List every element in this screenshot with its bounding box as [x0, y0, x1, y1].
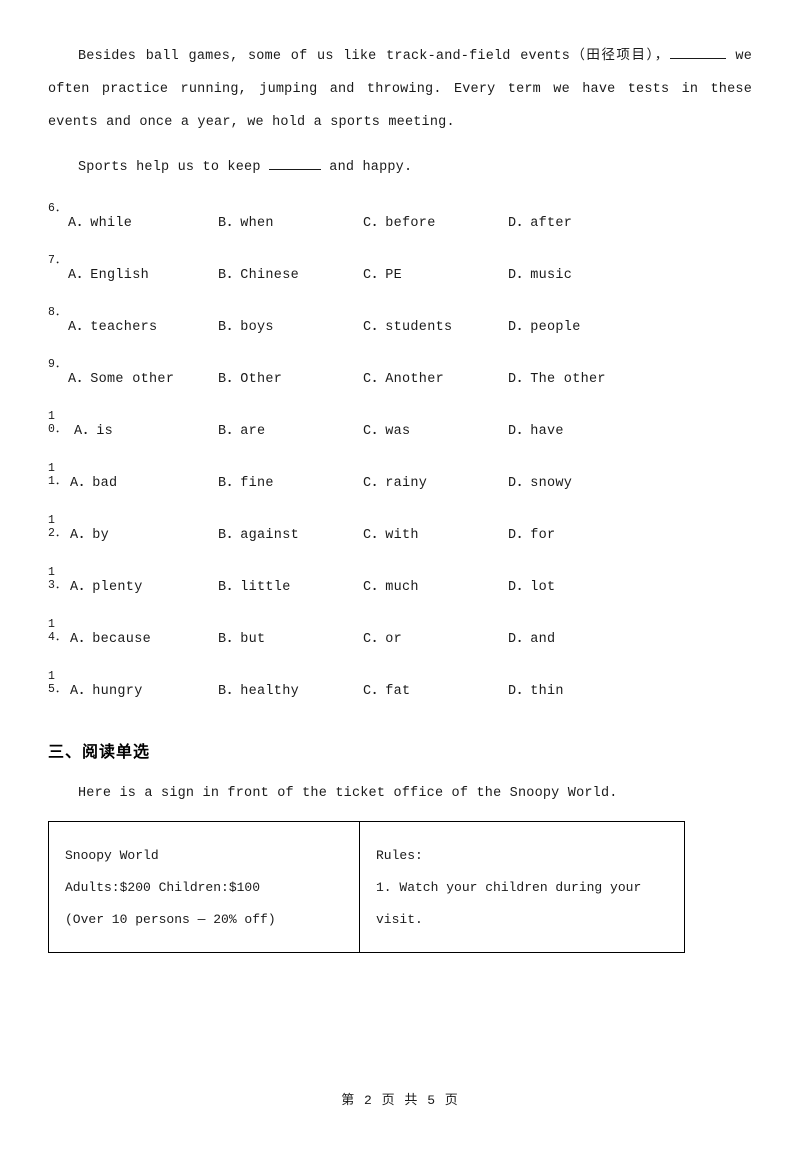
- question-number: 11．: [48, 462, 67, 488]
- option-d[interactable]: D．The other: [508, 366, 658, 387]
- option-c[interactable]: C．fat: [363, 678, 508, 699]
- question-item: 13． A．plenty B．little C．much D．lot: [48, 566, 752, 604]
- option-c[interactable]: C．or: [363, 626, 508, 647]
- document-page: Besides ball games, some of us like trac…: [0, 40, 800, 1172]
- option-d[interactable]: D．for: [508, 522, 658, 543]
- question-options: A．plenty B．little C．much D．lot: [70, 574, 752, 595]
- question-item: 15． A．hungry B．healthy C．fat D．thin: [48, 670, 752, 708]
- question-options: A．hungry B．healthy C．fat D．thin: [70, 678, 752, 699]
- option-c[interactable]: C．with: [363, 522, 508, 543]
- passage-paragraph-1: Besides ball games, some of us like trac…: [48, 40, 752, 139]
- sign-cell-rules: Rules: 1. Watch your children during you…: [359, 821, 685, 953]
- passage-text-2a: Sports help us to keep: [78, 160, 261, 175]
- sign-discount: (Over 10 persons — 20% off): [65, 912, 276, 927]
- sign-title: Snoopy World: [65, 848, 159, 863]
- option-d[interactable]: D．people: [508, 314, 658, 335]
- page-footer: 第 2 页 共 5 页: [341, 1093, 459, 1108]
- question-item: 11． A．bad B．fine C．rainy D．snowy: [48, 462, 752, 500]
- question-item: 14． A．because B．but C．or D．and: [48, 618, 752, 656]
- question-item: 10． A．is B．are C．was D．have: [48, 410, 752, 448]
- question-number: 14．: [48, 618, 67, 644]
- table-row: Snoopy World Adults:$200 Children:$100 (…: [48, 821, 685, 953]
- option-c[interactable]: C．much: [363, 574, 508, 595]
- option-a[interactable]: A．because: [70, 626, 218, 647]
- question-options: A．because B．but C．or D．and: [70, 626, 752, 647]
- question-number: 13．: [48, 566, 67, 592]
- rules-title: Rules:: [376, 848, 423, 863]
- option-c[interactable]: C．students: [363, 314, 508, 335]
- sign-cell-info: Snoopy World Adults:$200 Children:$100 (…: [48, 821, 360, 953]
- option-b[interactable]: B．little: [218, 574, 363, 595]
- answer-blank-6: [669, 45, 726, 59]
- option-a[interactable]: A．Some other: [68, 366, 218, 387]
- option-a[interactable]: A．English: [68, 262, 218, 283]
- rules-item-1b: visit.: [376, 912, 423, 927]
- passage-text-1a: Besides ball games, some of us like trac…: [78, 49, 571, 64]
- question-number: 6．: [48, 202, 67, 215]
- option-c[interactable]: C．was: [363, 418, 508, 439]
- option-b[interactable]: B．boys: [218, 314, 363, 335]
- option-d[interactable]: D．music: [508, 262, 658, 283]
- question-item: 7． A．English B．Chinese C．PE D．music: [48, 254, 752, 292]
- question-number: 9．: [48, 358, 67, 371]
- option-a[interactable]: A．teachers: [68, 314, 218, 335]
- question-options: A．while B．when C．before D．after: [68, 210, 752, 231]
- option-a[interactable]: A．hungry: [70, 678, 218, 699]
- question-number: 7．: [48, 254, 67, 267]
- option-a[interactable]: A．bad: [70, 470, 218, 491]
- question-options: A．by B．against C．with D．for: [70, 522, 752, 543]
- question-options: A．English B．Chinese C．PE D．music: [68, 262, 752, 283]
- question-options: A．teachers B．boys C．students D．people: [68, 314, 752, 335]
- option-d[interactable]: D．and: [508, 626, 658, 647]
- option-b[interactable]: B．Other: [218, 366, 363, 387]
- question-number: 8．: [48, 306, 67, 319]
- option-c[interactable]: C．PE: [363, 262, 508, 283]
- question-number: 10．: [48, 410, 67, 436]
- option-b[interactable]: B．against: [218, 522, 363, 543]
- option-a[interactable]: A．plenty: [70, 574, 218, 595]
- question-item: 6． A．while B．when C．before D．after: [48, 202, 752, 240]
- option-a[interactable]: A．is: [74, 418, 218, 439]
- option-c[interactable]: C．Another: [363, 366, 508, 387]
- question-number: 15．: [48, 670, 67, 696]
- option-b[interactable]: B．are: [218, 418, 363, 439]
- option-d[interactable]: D．lot: [508, 574, 658, 595]
- option-b[interactable]: B．fine: [218, 470, 363, 491]
- option-c[interactable]: C．before: [363, 210, 508, 231]
- reading-lead-sentence: Here is a sign in front of the ticket of…: [78, 786, 618, 801]
- answer-blank-15: [268, 156, 321, 170]
- option-b[interactable]: B．Chinese: [218, 262, 363, 283]
- option-b[interactable]: B．healthy: [218, 678, 363, 699]
- option-d[interactable]: D．thin: [508, 678, 658, 699]
- option-a[interactable]: A．while: [68, 210, 218, 231]
- sign-prices: Adults:$200 Children:$100: [65, 880, 261, 895]
- question-options: A．is B．are C．was D．have: [74, 418, 752, 439]
- question-item: 9． A．Some other B．Other C．Another D．The …: [48, 358, 752, 396]
- question-item: 12． A．by B．against C．with D．for: [48, 514, 752, 552]
- option-c[interactable]: C．rainy: [363, 470, 508, 491]
- section-heading-reading: 三、阅读单选: [48, 742, 151, 761]
- question-item: 8． A．teachers B．boys C．students D．people: [48, 306, 752, 344]
- passage-text-2b: and happy.: [329, 160, 413, 175]
- rules-item-1a: 1. Watch your children during your: [376, 880, 642, 895]
- option-d[interactable]: D．snowy: [508, 470, 658, 491]
- question-options: A．Some other B．Other C．Another D．The oth…: [68, 366, 752, 387]
- passage-text-1b: （田径项目），: [570, 49, 670, 64]
- option-d[interactable]: D．after: [508, 210, 658, 231]
- sign-table: Snoopy World Adults:$200 Children:$100 (…: [48, 821, 685, 953]
- option-d[interactable]: D．have: [508, 418, 658, 439]
- passage-paragraph-2: Sports help us to keep and happy.: [48, 151, 752, 184]
- option-a[interactable]: A．by: [70, 522, 218, 543]
- question-options: A．bad B．fine C．rainy D．snowy: [70, 470, 752, 491]
- option-b[interactable]: B．but: [218, 626, 363, 647]
- question-number: 12．: [48, 514, 67, 540]
- option-b[interactable]: B．when: [218, 210, 363, 231]
